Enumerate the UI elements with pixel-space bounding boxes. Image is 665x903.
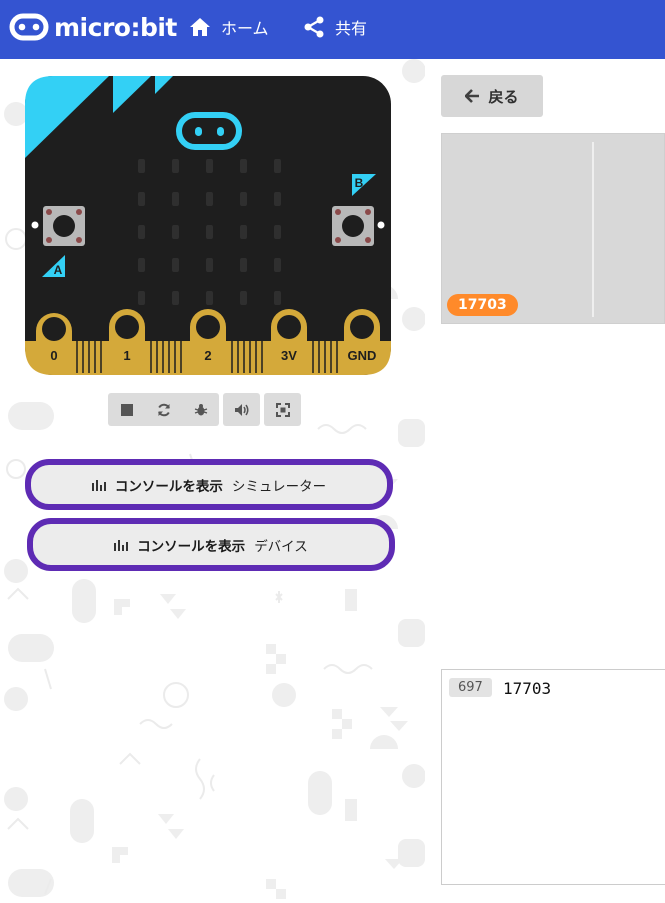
bar-chart-icon (91, 479, 106, 491)
logo-text: micro:bit (54, 12, 177, 42)
console-button-label: コンソールを表示 (137, 538, 246, 555)
button-b-label: B (355, 176, 364, 190)
show-console-device-button[interactable]: コンソールを表示 デバイス (27, 518, 395, 571)
arrow-left-icon (465, 89, 480, 103)
pin-3v-label: 3V (281, 348, 297, 363)
console-target-label: デバイス (254, 538, 308, 555)
fullscreen-button[interactable] (264, 393, 301, 426)
home-label: ホーム (221, 19, 269, 38)
stop-button[interactable] (108, 393, 145, 426)
share-label: 共有 (335, 19, 368, 38)
log-repeat-count: 697 (449, 678, 492, 697)
speaker-icon (234, 403, 248, 416)
restart-button[interactable] (145, 393, 182, 426)
button-a-label: A (54, 263, 63, 277)
microbit-board: A B 0 1 2 3V GND (25, 76, 391, 375)
microbit-logo-icon (9, 13, 49, 41)
playback-controls (108, 393, 219, 426)
bug-icon (194, 403, 207, 415)
pin-gnd-label: GND (348, 348, 377, 363)
back-button[interactable]: 戻る (441, 75, 543, 117)
mute-button[interactable] (223, 393, 260, 426)
simulator-controls (108, 393, 305, 426)
pin-0-label[interactable]: 0 (50, 348, 57, 363)
fullscreen-icon (275, 402, 290, 417)
fullscreen-control-group (264, 393, 301, 426)
microbit-logo[interactable]: micro:bit (9, 12, 177, 42)
button-b[interactable] (332, 206, 374, 246)
serial-log: 697 17703 (441, 669, 665, 885)
home-icon (190, 18, 210, 36)
serial-chart: 17703 (441, 133, 665, 324)
stop-icon (120, 403, 133, 416)
sound-control-group (223, 393, 260, 426)
chart-value-badge: 17703 (447, 294, 518, 316)
console-target-label: シミュレーター (231, 478, 327, 495)
share-icon (304, 16, 324, 38)
top-bar: micro:bit ホーム 共有 (0, 0, 665, 59)
console-button-label: コンソールを表示 (114, 478, 223, 495)
refresh-icon (157, 403, 170, 416)
back-label: 戻る (488, 87, 519, 106)
pin-1-label[interactable]: 1 (123, 348, 130, 363)
chart-cursor-line (592, 142, 594, 317)
share-button[interactable]: 共有 (303, 15, 367, 39)
log-line-value: 17703 (503, 679, 552, 698)
debug-button[interactable] (182, 393, 219, 426)
show-console-simulator-button[interactable]: コンソールを表示 シミュレーター (25, 459, 393, 510)
pin-2-label[interactable]: 2 (204, 348, 211, 363)
bar-chart-icon (114, 539, 129, 551)
button-a[interactable] (43, 206, 85, 246)
home-button[interactable]: ホーム (189, 15, 269, 39)
